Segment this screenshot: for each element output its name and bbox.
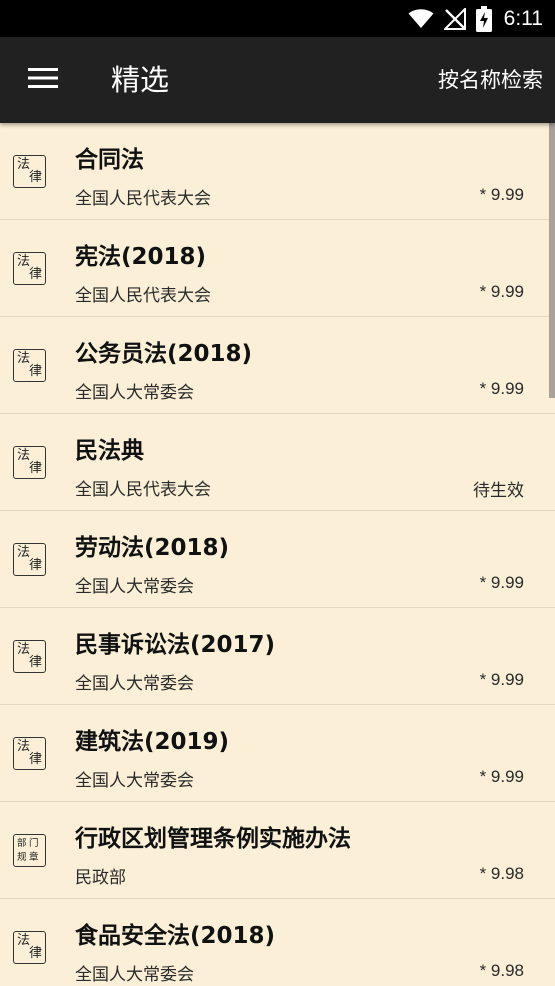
item-issuer: 全国人大常委会 — [75, 965, 194, 985]
law-badge-icon: 法律 — [13, 543, 46, 576]
badge-glyph: 律 — [29, 946, 43, 961]
law-badge-icon: 法律 — [13, 737, 46, 770]
list-item[interactable]: 法律 民法典全国人民代表大会 待生效 — [0, 414, 555, 511]
badge-glyph: 律 — [29, 461, 43, 476]
item-title: 建筑法(2019) — [75, 729, 230, 755]
item-status: 待生效 — [473, 481, 524, 500]
badge-glyph: 章 — [29, 852, 39, 863]
badge-glyph: 律 — [29, 364, 43, 379]
item-title: 公务员法(2018) — [75, 341, 253, 367]
item-status: * 9.99 — [479, 379, 524, 398]
item-title: 民事诉讼法(2017) — [75, 632, 276, 658]
badge-glyph: 部 — [17, 838, 27, 849]
item-issuer: 全国人民代表大会 — [75, 480, 211, 500]
item-issuer: 全国人大常委会 — [75, 674, 194, 694]
page-title: 精选 — [111, 63, 170, 97]
menu-button[interactable] — [14, 57, 72, 103]
law-badge-icon: 法律 — [13, 446, 46, 479]
badge-glyph: 律 — [29, 170, 43, 185]
badge-glyph: 律 — [29, 752, 43, 767]
hamburger-menu-icon — [28, 67, 58, 93]
item-title: 行政区划管理条例实施办法 — [75, 826, 351, 852]
list-item[interactable]: 法律 公务员法(2018) 全国人大常委会 * 9.99 — [0, 317, 555, 414]
badge-glyph: 律 — [29, 267, 43, 282]
item-status: * 9.99 — [479, 573, 524, 592]
item-issuer: 全国人大常委会 — [75, 577, 194, 597]
item-issuer: 全国人大常委会 — [75, 383, 194, 403]
list-item[interactable]: 法律 宪法(2018) 全国人民代表大会 * 9.99 — [0, 220, 555, 317]
item-title: 宪法(2018) — [75, 244, 207, 270]
list-item[interactable]: 部门规章 行政区划管理条例实施办法民政部 * 9.98 — [0, 802, 555, 899]
no-signal-icon — [443, 7, 466, 30]
law-badge-icon: 法律 — [13, 252, 46, 285]
item-status: * 9.98 — [479, 864, 524, 883]
list-item[interactable]: 法律 合同法全国人民代表大会 * 9.99 — [0, 123, 555, 220]
battery-charging-icon — [475, 5, 492, 32]
item-status: * 9.99 — [479, 767, 524, 786]
scrollbar[interactable] — [549, 123, 555, 398]
search-by-name-button[interactable]: 按名称检索 — [438, 37, 543, 123]
item-title: 合同法 — [75, 147, 144, 173]
item-status: * 9.98 — [479, 961, 524, 980]
law-badge-icon: 法律 — [13, 155, 46, 188]
wifi-icon — [408, 8, 434, 29]
item-title: 民法典 — [75, 438, 144, 464]
badge-glyph: 门 — [29, 838, 39, 849]
list-item[interactable]: 法律 食品安全法(2018) 全国人大常委会 * 9.98 — [0, 899, 555, 986]
law-badge-icon: 法律 — [13, 349, 46, 382]
app-bar: 精选 按名称检索 — [0, 37, 555, 123]
item-status: * 9.99 — [479, 282, 524, 301]
item-issuer: 全国人民代表大会 — [75, 286, 211, 306]
item-status: * 9.99 — [479, 185, 524, 204]
item-issuer: 全国人大常委会 — [75, 771, 194, 791]
status-icons: 6:11 — [408, 0, 543, 37]
badge-glyph: 规 — [17, 852, 27, 863]
item-issuer: 民政部 — [75, 868, 126, 888]
list-item[interactable]: 法律 劳动法(2018) 全国人大常委会 * 9.99 — [0, 511, 555, 608]
list-item[interactable]: 法律 民事诉讼法(2017) 全国人大常委会 * 9.99 — [0, 608, 555, 705]
list-item[interactable]: 法律 建筑法(2019) 全国人大常委会 * 9.99 — [0, 705, 555, 802]
status-time: 6:11 — [503, 6, 543, 30]
badge-glyph: 律 — [29, 558, 43, 573]
item-title: 食品安全法(2018) — [75, 923, 276, 949]
item-status: * 9.99 — [479, 670, 524, 689]
item-title: 劳动法(2018) — [75, 535, 230, 561]
law-badge-icon: 法律 — [13, 931, 46, 964]
status-bar: 6:11 — [0, 0, 555, 37]
badge-glyph: 律 — [29, 655, 43, 670]
item-issuer: 全国人民代表大会 — [75, 189, 211, 209]
department-rule-badge-icon: 部门规章 — [13, 834, 46, 867]
law-list: 法律合同法 全国人民代表大会 * 9.99 法律宪法(2018) 全国人民代表大会 * 9… — [0, 123, 555, 986]
law-badge-icon: 法律 — [13, 640, 46, 673]
